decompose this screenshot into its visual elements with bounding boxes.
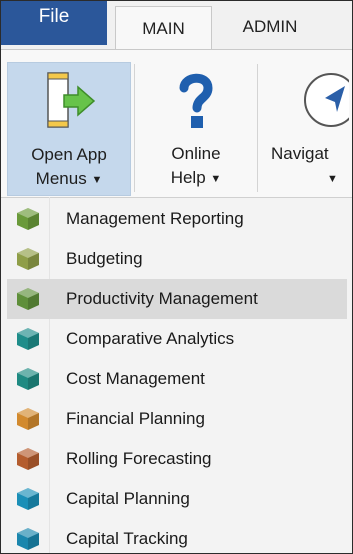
navigate-button[interactable]: Navigat ▼ bbox=[259, 62, 352, 196]
chevron-down-icon: ▼ bbox=[91, 174, 103, 186]
cube-icon bbox=[17, 448, 39, 470]
menu-item-label: Capital Tracking bbox=[66, 529, 188, 548]
menu-item-label: Budgeting bbox=[66, 249, 143, 268]
open-app-menus-icon bbox=[47, 72, 96, 128]
tab-main-label: MAIN bbox=[142, 18, 185, 38]
online-help-label-line1: Online bbox=[171, 144, 221, 163]
cube-icon bbox=[17, 528, 39, 550]
open-app-menus-label-line2: Menus ▼ bbox=[8, 167, 130, 193]
menu-item-comparative-analytics[interactable]: Comparative Analytics bbox=[7, 319, 347, 359]
ribbon-separator bbox=[134, 64, 135, 192]
compass-icon bbox=[304, 73, 349, 127]
ribbon: Open App Menus ▼ Online Help ▼ Navigat ▼ bbox=[1, 49, 352, 198]
tab-admin[interactable]: ADMIN bbox=[215, 6, 325, 48]
cube-icon bbox=[17, 408, 39, 430]
open-app-menus-label-text: Menus bbox=[35, 169, 87, 188]
menu-item-label: Capital Planning bbox=[66, 489, 190, 508]
menu-item-capital-planning[interactable]: Capital Planning bbox=[7, 479, 347, 519]
menu-item-label: Productivity Management bbox=[66, 289, 258, 308]
cube-icon bbox=[17, 288, 39, 310]
menu-item-financial-planning[interactable]: Financial Planning bbox=[7, 399, 347, 439]
online-help-button[interactable]: Online Help ▼ bbox=[137, 62, 255, 196]
menu-item-label: Management Reporting bbox=[66, 209, 244, 228]
navigate-caret: ▼ bbox=[259, 166, 352, 192]
cube-icon bbox=[17, 368, 39, 390]
online-help-label-line2: Help ▼ bbox=[137, 166, 255, 192]
menu-item-capital-tracking[interactable]: Capital Tracking bbox=[7, 519, 347, 553]
tab-file[interactable]: File bbox=[1, 1, 107, 45]
online-help-label-text: Help bbox=[170, 168, 206, 187]
menu-item-label: Comparative Analytics bbox=[66, 329, 235, 348]
ribbon-tab-strip: File MAIN ADMIN bbox=[1, 1, 352, 50]
menu-item-rolling-forecasting[interactable]: Rolling Forecasting bbox=[7, 439, 347, 479]
tab-file-label: File bbox=[38, 6, 70, 27]
question-mark-icon bbox=[179, 73, 213, 128]
ribbon-separator bbox=[257, 64, 258, 192]
menu-item-label: Rolling Forecasting bbox=[66, 449, 212, 468]
cube-icon bbox=[17, 208, 39, 230]
open-app-menus-label-line1: Open App bbox=[31, 145, 107, 164]
menu-item-cost-management[interactable]: Cost Management bbox=[7, 359, 347, 399]
app-window: File MAIN ADMIN Open App Menus ▼ Online … bbox=[0, 0, 353, 554]
cube-icon bbox=[17, 248, 39, 270]
cube-icon bbox=[17, 488, 39, 510]
open-app-menus-button[interactable]: Open App Menus ▼ bbox=[7, 62, 131, 196]
menu-item-label: Financial Planning bbox=[66, 409, 205, 428]
navigate-label: Navigat bbox=[271, 144, 329, 163]
chevron-down-icon: ▼ bbox=[327, 173, 338, 185]
menu-item-productivity-management[interactable]: Productivity Management bbox=[7, 279, 347, 319]
chevron-down-icon: ▼ bbox=[210, 173, 222, 185]
menu-item-label: Cost Management bbox=[66, 369, 205, 388]
tab-main[interactable]: MAIN bbox=[115, 6, 212, 50]
menu-item-budgeting[interactable]: Budgeting bbox=[7, 239, 347, 279]
menu-item-management-reporting[interactable]: Management Reporting bbox=[7, 199, 347, 239]
tab-admin-label: ADMIN bbox=[242, 17, 298, 36]
cube-icon bbox=[17, 328, 39, 350]
